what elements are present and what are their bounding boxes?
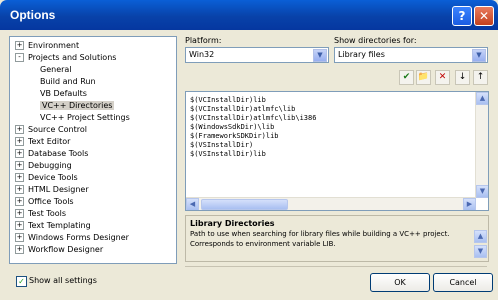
tree-item[interactable]: + HTML Designer	[15, 184, 89, 195]
tree-item-label: HTML Designer	[28, 185, 89, 194]
scroll-left-icon[interactable]: ◀	[186, 198, 199, 210]
tree-item-label: Database Tools	[28, 149, 89, 158]
vertical-scrollbar[interactable]: ▲ ▼	[475, 92, 488, 198]
expand-icon[interactable]: +	[15, 149, 24, 158]
close-icon[interactable]: ✕	[474, 6, 494, 26]
expand-icon[interactable]: +	[15, 197, 24, 206]
description-text-1: Path to use when searching for library f…	[190, 230, 450, 238]
platform-label: Platform:	[185, 36, 222, 45]
scroll-thumb[interactable]	[201, 199, 288, 210]
tree-item-label: Source Control	[28, 125, 87, 134]
tree-item-label: Projects and Solutions	[28, 53, 117, 62]
tree-item[interactable]: General	[40, 64, 72, 75]
show-directories-value: Library files	[338, 50, 385, 59]
tree-item-label: VC++ Directories	[40, 101, 115, 110]
tree-item-label: Workflow Designer	[28, 245, 104, 254]
tree-item[interactable]: + Source Control	[15, 124, 87, 135]
options-tree[interactable]: + Environment - Projects and Solutions Gener…	[9, 36, 177, 264]
tree-item[interactable]: Build and Run	[40, 76, 96, 87]
expand-icon[interactable]: +	[15, 245, 24, 254]
tree-item-label: VC++ Project Settings	[40, 113, 130, 122]
list-item[interactable]: $(VCInstallDir)lib	[190, 96, 266, 105]
show-directories-select[interactable]: Library files ▼	[334, 47, 488, 63]
tree-item[interactable]: VC++ Directories	[40, 100, 115, 111]
new-folder-icon[interactable]: 📁	[416, 70, 431, 85]
tree-item[interactable]: + Office Tools	[15, 196, 74, 207]
tree-item[interactable]: + Text Templating	[15, 220, 91, 231]
scroll-up-icon[interactable]: ▲	[476, 92, 488, 105]
platform-value: Win32	[189, 50, 215, 59]
list-item[interactable]: $(VCInstallDir)atlmfc\lib\i386	[190, 114, 316, 123]
check-icon[interactable]: ✔	[399, 70, 414, 85]
description-text-2: Corresponds to environment variable LIB.	[190, 240, 336, 248]
scroll-right-icon[interactable]: ▶	[463, 198, 476, 210]
tree-item-label: Debugging	[28, 161, 72, 170]
tree-item[interactable]: + Test Tools	[15, 208, 67, 219]
list-item[interactable]: $(FrameworkSDKDir)lib	[190, 132, 279, 141]
tree-item[interactable]: + Environment	[15, 40, 80, 51]
expand-icon[interactable]: +	[15, 173, 24, 182]
scroll-down-icon[interactable]: ▼	[474, 245, 487, 258]
tree-item[interactable]: - Projects and Solutions	[15, 52, 117, 63]
tree-item-label: Text Editor	[28, 137, 71, 146]
description-panel: Library Directories Path to use when sea…	[185, 215, 489, 262]
tree-item-label: Test Tools	[28, 209, 67, 218]
tree-item-label: Text Templating	[28, 221, 91, 230]
tree-item[interactable]: + Workflow Designer	[15, 244, 104, 255]
show-directories-label: Show directories for:	[334, 36, 417, 45]
tree-item-label: Build and Run	[40, 77, 96, 86]
show-all-settings-checkbox[interactable]: ✓	[16, 276, 27, 287]
list-item[interactable]: $(VCInstallDir)atlmfc\lib	[190, 105, 295, 114]
chevron-down-icon[interactable]: ▼	[313, 49, 327, 62]
directory-list[interactable]: $(VCInstallDir)lib $(VCInstallDir)atlmfc\…	[185, 91, 489, 211]
platform-select[interactable]: Win32 ▼	[185, 47, 329, 63]
window-title: Options	[10, 8, 56, 22]
move-up-icon[interactable]: ↑	[473, 70, 488, 85]
expand-icon[interactable]: +	[15, 209, 24, 218]
horizontal-scrollbar[interactable]: ◀ ▶	[186, 197, 476, 210]
tree-item[interactable]: + Text Editor	[15, 136, 71, 147]
scroll-down-icon[interactable]: ▼	[476, 185, 488, 198]
tree-item-label: Environment	[28, 41, 80, 50]
delete-icon[interactable]: ✕	[435, 70, 450, 85]
expand-icon[interactable]: +	[15, 221, 24, 230]
list-item[interactable]: $(VSInstallDir)	[190, 141, 253, 150]
help-icon[interactable]: ?	[452, 6, 472, 26]
tree-item-label: Device Tools	[28, 173, 78, 182]
expand-icon[interactable]: +	[15, 233, 24, 242]
tree-item[interactable]: VC++ Project Settings	[40, 112, 130, 123]
tree-item[interactable]: VB Defaults	[40, 88, 87, 99]
chevron-down-icon[interactable]: ▼	[472, 49, 486, 62]
list-item[interactable]: $(WindowsSdkDir)\lib	[190, 123, 274, 132]
scroll-up-icon[interactable]: ▲	[474, 230, 487, 243]
options-window: Options ? ✕ + Environment - Projects and So…	[0, 0, 498, 300]
ok-button[interactable]: OK	[370, 273, 430, 292]
tree-item[interactable]: + Debugging	[15, 160, 72, 171]
tree-item-label: Office Tools	[28, 197, 74, 206]
tree-item-label: VB Defaults	[40, 89, 87, 98]
cancel-button[interactable]: Cancel	[433, 273, 493, 292]
expand-icon[interactable]: +	[15, 161, 24, 170]
tree-item-label: General	[40, 65, 72, 74]
expand-icon[interactable]: +	[15, 185, 24, 194]
title-bar[interactable]: Options ? ✕	[0, 0, 498, 30]
list-item[interactable]: $(VSInstallDir)lib	[190, 150, 266, 159]
show-all-settings-label: Show all settings	[29, 276, 97, 285]
tree-item[interactable]: + Windows Forms Designer	[15, 232, 129, 243]
tree-item[interactable]: + Database Tools	[15, 148, 89, 159]
expand-icon[interactable]: +	[15, 125, 24, 134]
tree-item-label: Windows Forms Designer	[28, 233, 129, 242]
tree-item[interactable]: + Device Tools	[15, 172, 78, 183]
collapse-icon[interactable]: -	[15, 53, 24, 62]
expand-icon[interactable]: +	[15, 41, 24, 50]
divider	[185, 266, 487, 267]
description-title: Library Directories	[190, 219, 275, 228]
move-down-icon[interactable]: ↓	[455, 70, 470, 85]
expand-icon[interactable]: +	[15, 137, 24, 146]
